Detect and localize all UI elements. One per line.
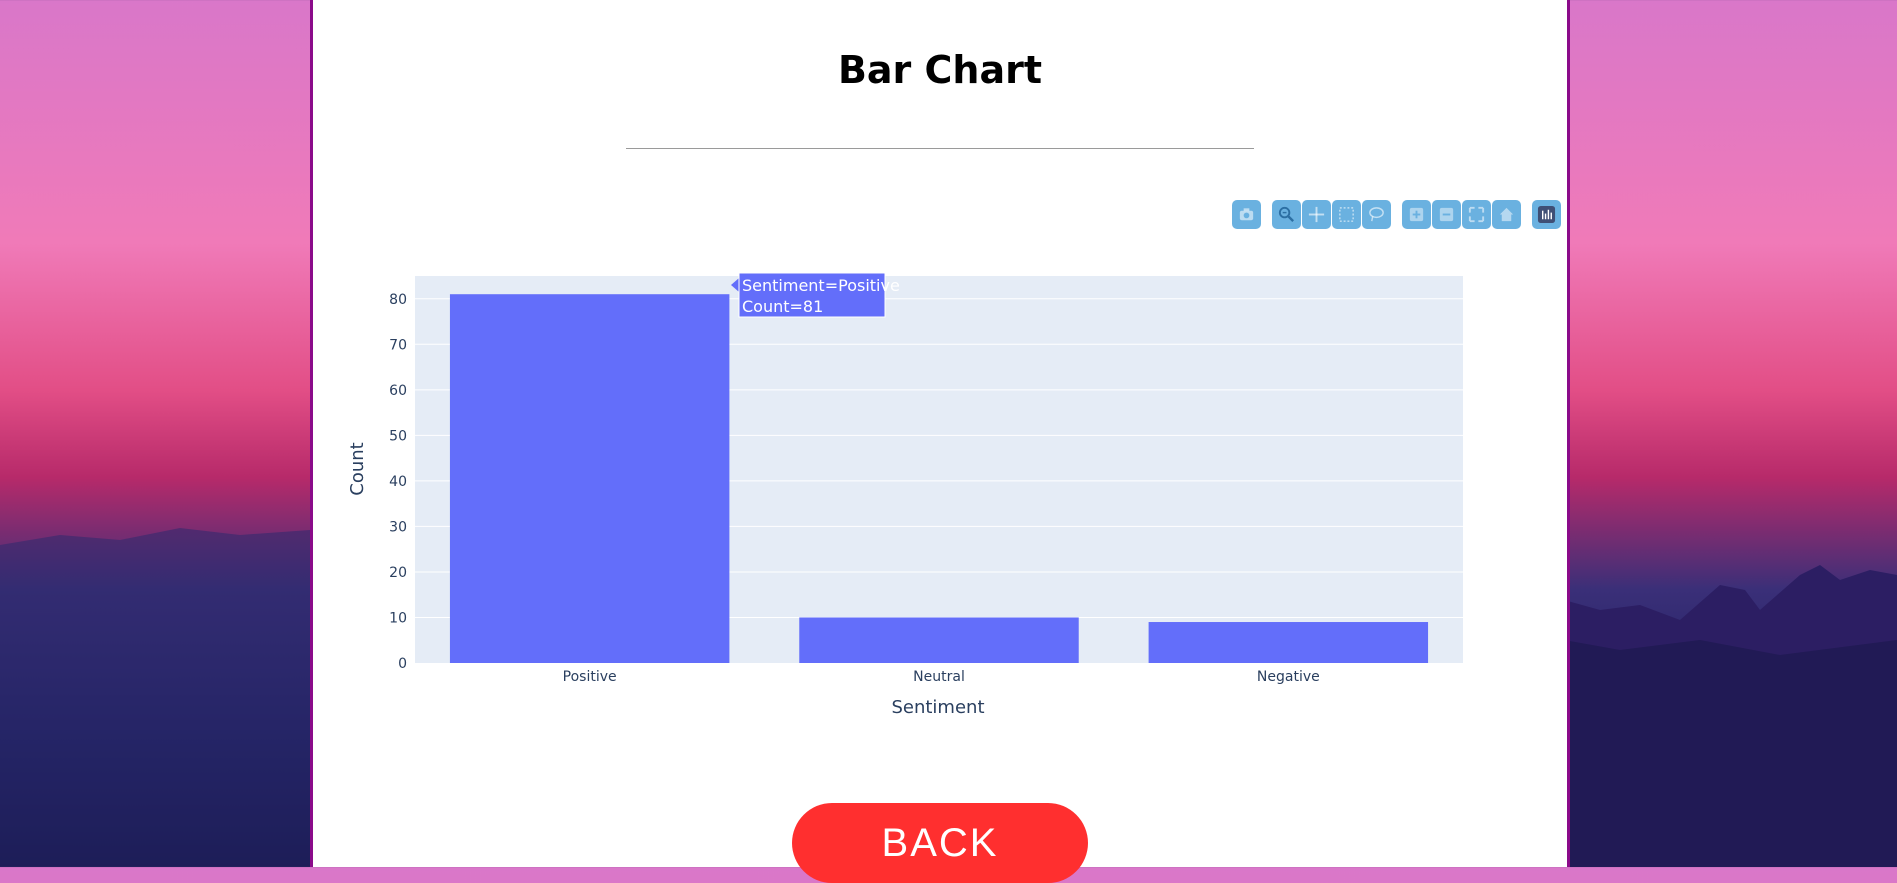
y-tick-label: 80 (389, 292, 407, 308)
y-tick-label: 0 (398, 656, 407, 672)
y-tick-label: 30 (389, 519, 407, 535)
back-button[interactable]: BACK (792, 803, 1088, 883)
x-tick-label: Neutral (913, 669, 965, 685)
tooltip-line-2: Count=81 (742, 297, 823, 316)
y-tick-label: 40 (389, 474, 407, 490)
content-panel: Bar Chart 0 10 20 30 40 50 60 70 80 Positive Neutr… (310, 0, 1570, 883)
bar-negative (1148, 622, 1429, 663)
bar-chart: 0 10 20 30 40 50 60 70 80 Positive Neutral Negative… (347, 272, 1463, 718)
bar-neutral (799, 617, 1079, 663)
y-tick-label: 60 (389, 383, 407, 399)
x-tick-label: Positive (563, 669, 617, 685)
hover-tooltip: Sentiment=Positive Count=81 (731, 272, 900, 318)
x-axis-label: Sentiment (891, 697, 984, 718)
y-axis-label: Count (347, 442, 368, 495)
x-tick-label: Negative (1257, 669, 1320, 685)
tooltip-line-1: Sentiment=Positive (742, 276, 900, 295)
y-tick-label: 50 (389, 428, 407, 444)
bar-positive (449, 294, 730, 663)
y-tick-label: 70 (389, 337, 407, 353)
y-tick-label: 20 (389, 565, 407, 581)
y-tick-label: 10 (389, 610, 407, 626)
